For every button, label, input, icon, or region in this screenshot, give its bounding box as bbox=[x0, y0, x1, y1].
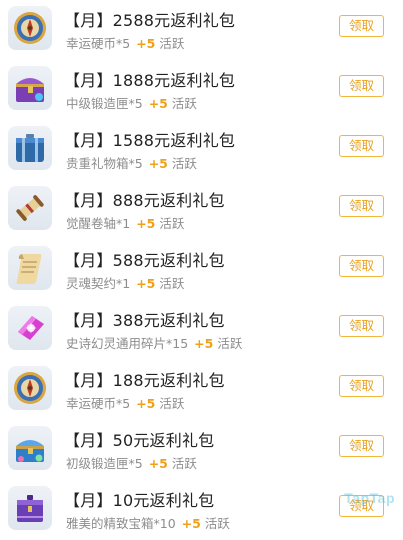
item-title: 【月】388元返利礼包 bbox=[64, 311, 225, 330]
item-reward: 中级锻造匣*5 +5 活跃 bbox=[66, 93, 197, 112]
reward-text: 中级锻造匣*5 bbox=[66, 96, 143, 111]
purple-box-icon bbox=[8, 486, 52, 530]
active-label: 活跃 bbox=[159, 396, 185, 411]
list-item: 【月】1588元返利礼包 贵重礼物箱*5 +5 活跃 领取 bbox=[0, 120, 403, 180]
plus-points: +5 bbox=[148, 456, 168, 471]
list-item: 【月】388元返利礼包 史诗幻灵通用碎片*15 +5 活跃 领取 bbox=[0, 300, 403, 360]
list-item: 【月】588元返利礼包 灵魂契约*1 +5 活跃 领取 bbox=[0, 240, 403, 300]
active-label: 活跃 bbox=[204, 516, 230, 531]
list-item: 【月】188元返利礼包 幸运硬币*5 +5 活跃 领取 bbox=[0, 360, 403, 420]
item-reward: 觉醒卷轴*1 +5 活跃 bbox=[66, 213, 184, 232]
active-label: 活跃 bbox=[171, 96, 197, 111]
list-item: 【月】888元返利礼包 觉醒卷轴*1 +5 活跃 领取 bbox=[0, 180, 403, 240]
gift-pack-list: 【月】2588元返利礼包 幸运硬币*5 +5 活跃 领取 【月】1888元返利礼包 … bbox=[0, 0, 403, 534]
item-reward: 贵重礼物箱*5 +5 活跃 bbox=[66, 153, 197, 172]
plus-points: +5 bbox=[136, 396, 156, 411]
reward-text: 幸运硬币*5 bbox=[66, 36, 131, 51]
claim-button[interactable]: 领取 bbox=[339, 375, 384, 397]
list-item: 【月】2588元返利礼包 幸运硬币*5 +5 活跃 领取 bbox=[0, 0, 403, 60]
active-label: 活跃 bbox=[159, 276, 185, 291]
plus-points: +5 bbox=[136, 36, 156, 51]
item-reward: 雅美的精致宝箱*10 +5 活跃 bbox=[66, 513, 230, 532]
plus-points: +5 bbox=[136, 216, 156, 231]
claim-button[interactable]: 领取 bbox=[339, 195, 384, 217]
claim-button[interactable]: 领取 bbox=[339, 435, 384, 457]
parchment-icon bbox=[8, 246, 52, 290]
item-title: 【月】10元返利礼包 bbox=[64, 491, 215, 510]
purple-chest-icon bbox=[8, 66, 52, 110]
reward-text: 觉醒卷轴*1 bbox=[66, 216, 131, 231]
list-item: 【月】1888元返利礼包 中级锻造匣*5 +5 活跃 领取 bbox=[0, 60, 403, 120]
plus-points: +5 bbox=[181, 516, 201, 531]
item-title: 【月】888元返利礼包 bbox=[64, 191, 225, 210]
blue-suitcase-icon bbox=[8, 126, 52, 170]
list-item: 【月】50元返利礼包 初级锻造匣*5 +5 活跃 领取 bbox=[0, 420, 403, 480]
active-label: 活跃 bbox=[159, 216, 185, 231]
plus-points: +5 bbox=[136, 276, 156, 291]
item-reward: 初级锻造匣*5 +5 活跃 bbox=[66, 453, 197, 472]
active-label: 活跃 bbox=[217, 336, 243, 351]
compass-coin-icon bbox=[8, 6, 52, 50]
reward-text: 贵重礼物箱*5 bbox=[66, 156, 143, 171]
item-reward: 幸运硬币*5 +5 活跃 bbox=[66, 33, 184, 52]
plus-points: +5 bbox=[148, 156, 168, 171]
claim-button[interactable]: 领取 bbox=[339, 75, 384, 97]
claim-button[interactable]: 领取 bbox=[339, 315, 384, 337]
item-title: 【月】50元返利礼包 bbox=[64, 431, 215, 450]
active-label: 活跃 bbox=[159, 36, 185, 51]
taptap-watermark: TapTap bbox=[344, 490, 395, 506]
item-reward: 幸运硬币*5 +5 活跃 bbox=[66, 393, 184, 412]
item-title: 【月】1888元返利礼包 bbox=[64, 71, 236, 90]
plus-points: +5 bbox=[194, 336, 214, 351]
item-reward: 史诗幻灵通用碎片*15 +5 活跃 bbox=[66, 333, 242, 352]
reward-text: 初级锻造匣*5 bbox=[66, 456, 143, 471]
reward-text: 雅美的精致宝箱*10 bbox=[66, 516, 176, 531]
claim-button[interactable]: 领取 bbox=[339, 15, 384, 37]
reward-text: 幸运硬币*5 bbox=[66, 396, 131, 411]
active-label: 活跃 bbox=[171, 156, 197, 171]
item-title: 【月】2588元返利礼包 bbox=[64, 11, 236, 30]
list-item: 【月】10元返利礼包 雅美的精致宝箱*10 +5 活跃 领取 bbox=[0, 480, 403, 540]
blue-chest-icon bbox=[8, 426, 52, 470]
active-label: 活跃 bbox=[171, 456, 197, 471]
plus-points: +5 bbox=[148, 96, 168, 111]
claim-button[interactable]: 领取 bbox=[339, 135, 384, 157]
reward-text: 史诗幻灵通用碎片*15 bbox=[66, 336, 189, 351]
reward-text: 灵魂契约*1 bbox=[66, 276, 131, 291]
pink-shard-icon bbox=[8, 306, 52, 350]
claim-button[interactable]: 领取 bbox=[339, 255, 384, 277]
item-reward: 灵魂契约*1 +5 活跃 bbox=[66, 273, 184, 292]
scroll-icon bbox=[8, 186, 52, 230]
item-title: 【月】588元返利礼包 bbox=[64, 251, 225, 270]
compass-coin-icon bbox=[8, 366, 52, 410]
item-title: 【月】1588元返利礼包 bbox=[64, 131, 236, 150]
item-title: 【月】188元返利礼包 bbox=[64, 371, 225, 390]
